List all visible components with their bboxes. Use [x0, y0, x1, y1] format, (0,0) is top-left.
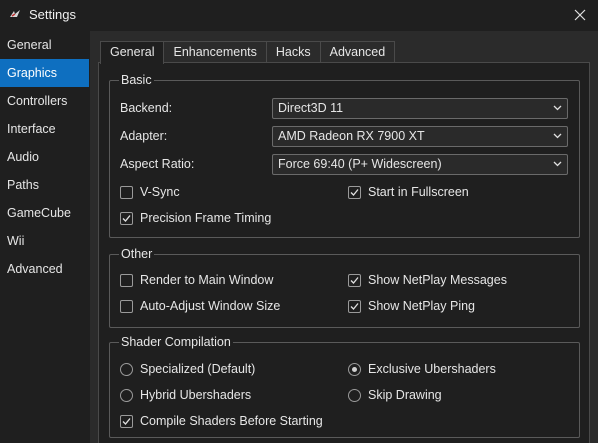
fullscreen-label: Start in Fullscreen: [368, 185, 469, 199]
sidebar-item-interface[interactable]: Interface: [0, 115, 89, 143]
hybrid-ubershaders-radio[interactable]: Hybrid Ubershaders: [120, 388, 251, 402]
exclusive-ubershaders-label: Exclusive Ubershaders: [368, 362, 496, 376]
sidebar-item-audio[interactable]: Audio: [0, 143, 89, 171]
netplay-ping-checkbox[interactable]: Show NetPlay Ping: [348, 299, 475, 313]
checkbox-box: [348, 299, 361, 313]
tab-general[interactable]: General: [100, 41, 165, 64]
checkmark-icon: [122, 214, 131, 222]
checkbox-box: [120, 414, 133, 428]
adapter-select[interactable]: AMD Radeon RX 7900 XT: [272, 126, 568, 147]
sidebar-item-controllers[interactable]: Controllers: [0, 87, 89, 115]
compile-before-start-checkbox[interactable]: Compile Shaders Before Starting: [120, 414, 323, 428]
sidebar-item-graphics[interactable]: Graphics: [0, 59, 89, 87]
checkbox-box: [348, 185, 361, 199]
tab-hacks[interactable]: Hacks: [265, 41, 321, 63]
backend-label: Backend:: [120, 101, 173, 115]
auto-adjust-label: Auto-Adjust Window Size: [140, 299, 281, 313]
radio-circle: [348, 362, 361, 376]
title-bar: Settings: [0, 0, 598, 30]
skip-drawing-label: Skip Drawing: [368, 388, 442, 402]
checkbox-box: [120, 185, 133, 199]
specialized-radio[interactable]: Specialized (Default): [120, 362, 255, 376]
other-group-title: Other: [119, 247, 155, 261]
checkbox-box: [120, 273, 133, 287]
vsync-label: V-Sync: [140, 185, 180, 199]
netplay-messages-checkbox[interactable]: Show NetPlay Messages: [348, 273, 507, 287]
compile-before-start-label: Compile Shaders Before Starting: [140, 414, 323, 428]
hybrid-ubershaders-label: Hybrid Ubershaders: [140, 388, 252, 402]
radio-circle: [120, 388, 133, 402]
general-tab-panel: Basic Backend: Direct3D 11 Adapter: AMD …: [98, 62, 590, 443]
sidebar-item-wii[interactable]: Wii: [0, 227, 89, 255]
precision-timing-checkbox[interactable]: Precision Frame Timing: [120, 211, 271, 225]
settings-sidebar: General Graphics Controllers Interface A…: [0, 31, 89, 443]
window-title: Settings: [29, 7, 76, 22]
netplay-messages-label: Show NetPlay Messages: [368, 273, 507, 287]
radio-circle: [120, 362, 133, 376]
sidebar-item-general[interactable]: General: [0, 31, 89, 59]
specialized-label: Specialized (Default): [140, 362, 256, 376]
exclusive-ubershaders-radio[interactable]: Exclusive Ubershaders: [348, 362, 496, 376]
fullscreen-checkbox[interactable]: Start in Fullscreen: [348, 185, 469, 199]
dolphin-app-icon: [10, 10, 20, 17]
auto-adjust-checkbox[interactable]: Auto-Adjust Window Size: [120, 299, 280, 313]
sidebar-item-advanced[interactable]: Advanced: [0, 255, 89, 283]
close-icon: [574, 9, 586, 21]
checkmark-icon: [350, 276, 359, 284]
render-main-label: Render to Main Window: [140, 273, 274, 287]
checkmark-icon: [350, 188, 359, 196]
checkbox-box: [348, 273, 361, 287]
sidebar-item-gamecube[interactable]: GameCube: [0, 199, 89, 227]
basic-group: Basic Backend: Direct3D 11 Adapter: AMD …: [109, 73, 580, 238]
radio-circle: [348, 388, 361, 402]
aspect-ratio-value: Force 69:40 (P+ Widescreen): [278, 157, 442, 171]
skip-drawing-radio[interactable]: Skip Drawing: [348, 388, 442, 402]
aspect-ratio-select[interactable]: Force 69:40 (P+ Widescreen): [272, 154, 568, 175]
close-button[interactable]: [570, 5, 590, 25]
chevron-down-icon: [553, 161, 562, 167]
checkbox-box: [120, 211, 133, 225]
sidebar-item-paths[interactable]: Paths: [0, 171, 89, 199]
chevron-down-icon: [553, 105, 562, 111]
checkmark-icon: [122, 417, 131, 425]
vsync-checkbox[interactable]: V-Sync: [120, 185, 180, 199]
chevron-down-icon: [553, 133, 562, 139]
checkmark-icon: [350, 302, 359, 310]
other-group: Other Render to Main Window Show NetPlay…: [109, 247, 580, 328]
backend-value: Direct3D 11: [278, 101, 344, 115]
basic-group-title: Basic: [119, 73, 154, 87]
radio-dot: [352, 366, 357, 372]
adapter-value: AMD Radeon RX 7900 XT: [278, 129, 425, 143]
netplay-ping-label: Show NetPlay Ping: [368, 299, 476, 313]
render-main-checkbox[interactable]: Render to Main Window: [120, 273, 273, 287]
backend-select[interactable]: Direct3D 11: [272, 98, 568, 119]
shader-group-title: Shader Compilation: [119, 335, 233, 349]
precision-timing-label: Precision Frame Timing: [140, 211, 272, 225]
tab-enhancements[interactable]: Enhancements: [163, 41, 267, 63]
adapter-label: Adapter:: [120, 129, 168, 143]
tab-advanced[interactable]: Advanced: [319, 41, 396, 63]
shader-compilation-group: Shader Compilation Specialized (Default)…: [109, 335, 580, 438]
tab-bar: General Enhancements Hacks Advanced: [100, 41, 396, 64]
graphics-content: General Enhancements Hacks Advanced Basi…: [90, 31, 598, 443]
checkbox-box: [120, 299, 133, 313]
aspect-ratio-label: Aspect Ratio:: [120, 157, 195, 171]
